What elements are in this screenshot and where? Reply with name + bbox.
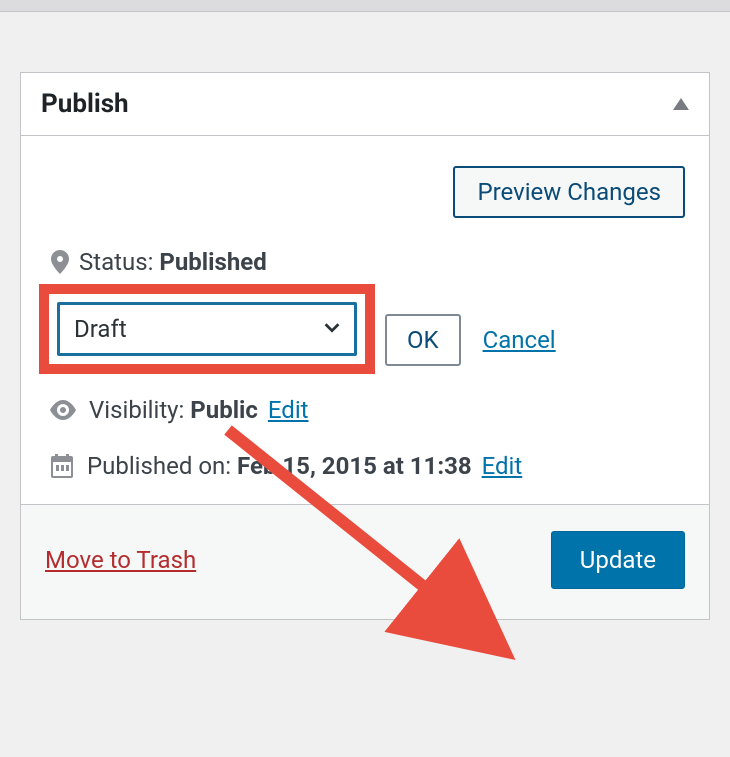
publish-panel-footer: Move to Trash Update xyxy=(21,504,709,619)
status-line: Status: Published xyxy=(45,248,685,276)
eye-icon xyxy=(49,400,77,420)
move-to-trash-link[interactable]: Move to Trash xyxy=(45,546,196,574)
published-edit-link[interactable]: Edit xyxy=(482,452,523,480)
visibility-edit-link[interactable]: Edit xyxy=(268,396,309,424)
ok-button[interactable]: OK xyxy=(385,314,461,366)
status-select[interactable]: Draft xyxy=(57,302,357,356)
status-edit-row: Draft OK Cancel xyxy=(45,284,685,396)
status-highlight-box: Draft xyxy=(39,284,375,374)
preview-changes-button[interactable]: Preview Changes xyxy=(453,166,685,218)
visibility-text: Visibility: Public Edit xyxy=(89,396,309,424)
publish-panel: Publish Preview Changes Status: Publishe… xyxy=(20,72,710,620)
published-row: Published on: Feb 15, 2015 at 11:38 Edit xyxy=(45,452,685,480)
visibility-row: Visibility: Public Edit xyxy=(45,396,685,424)
pin-icon xyxy=(51,250,69,274)
update-button[interactable]: Update xyxy=(551,531,685,589)
preview-row: Preview Changes xyxy=(45,166,685,218)
publish-panel-wrapper: Publish Preview Changes Status: Publishe… xyxy=(0,12,730,620)
published-text: Published on: Feb 15, 2015 at 11:38 Edit xyxy=(87,452,522,480)
calendar-icon xyxy=(49,453,75,479)
publish-title: Publish xyxy=(41,89,129,119)
publish-panel-header[interactable]: Publish xyxy=(21,73,709,136)
cancel-link[interactable]: Cancel xyxy=(483,326,556,354)
publish-panel-body: Preview Changes Status: Published Draft xyxy=(21,136,709,504)
status-select-wrap: Draft xyxy=(57,302,357,356)
top-bar xyxy=(0,0,730,12)
status-label: Status: Published xyxy=(79,248,267,276)
collapse-triangle-icon xyxy=(673,98,689,110)
